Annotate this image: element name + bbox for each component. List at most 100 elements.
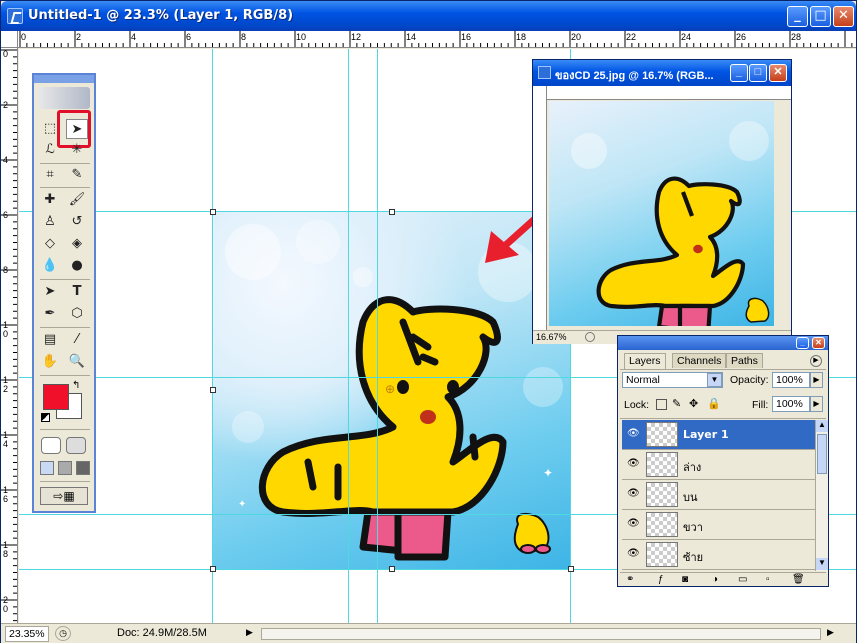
eye-icon[interactable]: 👁 [627,519,640,529]
secondary-maximize-button[interactable]: □ [749,64,767,82]
scroll-down-icon[interactable]: ▼ [816,558,828,570]
bucket-tool-icon[interactable]: ◈ [66,234,88,254]
scroll-thumb[interactable] [817,434,827,474]
eye-icon[interactable]: 👁 [627,459,640,469]
lock-move-icon[interactable]: ✥ [689,397,698,410]
quick-mask-icon[interactable] [66,437,86,454]
eraser-tool-icon[interactable]: ◇ [39,234,61,254]
transform-handle[interactable] [389,566,395,572]
adjustment-layer-icon[interactable]: ◑ [712,574,718,585]
secondary-minimize-button[interactable]: _ [730,64,748,82]
lock-paint-icon[interactable]: ✎ [672,397,681,410]
history-brush-icon[interactable]: ↺ [66,212,88,232]
layer-row[interactable]: 👁 ซ้าย [622,540,826,570]
info-icon[interactable] [585,332,595,342]
healing-brush-icon[interactable]: ✚ [39,190,61,210]
secondary-title-bar[interactable]: ของCD 25.jpg @ 16.7% (RGB... _ □ ✕ [533,60,791,86]
foreground-color-swatch[interactable] [43,384,69,410]
link-layers-icon[interactable]: ⚭ [626,574,634,585]
secondary-horizontal-ruler[interactable] [533,86,791,100]
screen-mode-full-icon[interactable] [76,461,90,475]
secondary-vertical-ruler[interactable] [533,86,547,330]
secondary-image[interactable] [549,101,774,326]
transform-handle[interactable] [389,209,395,215]
transform-handle[interactable] [568,566,574,572]
status-menu-arrow-icon[interactable]: ▶ [246,627,258,640]
doc-size[interactable]: Doc: 24.9M/28.5M [117,627,207,639]
dodge-tool-icon[interactable]: ● [66,256,88,276]
layer-style-icon[interactable]: ƒ [658,574,664,585]
slice-tool-icon[interactable]: ✎ [66,165,88,185]
layer-row[interactable]: 👁 ขวา [622,510,826,540]
close-button[interactable]: ✕ [833,6,854,27]
layers-panel-header[interactable]: _ ✕ [618,336,828,350]
eye-icon[interactable]: 👁 [627,549,640,559]
transform-handle[interactable] [210,566,216,572]
vertical-ruler[interactable]: 0 2 4 6 8 10 12 14 16 18 20 [1,48,18,623]
lock-transparent-icon[interactable] [656,399,667,410]
toolbox-header[interactable] [34,75,94,83]
tab-channels[interactable]: Channels [672,353,727,368]
info-icon[interactable]: ◷ [55,626,71,641]
guide-vertical[interactable] [348,49,349,623]
shape-tool-icon[interactable]: ⬡ [66,304,88,324]
lasso-tool-icon[interactable]: ℒ [39,140,61,160]
panel-minimize-button[interactable]: _ [796,337,809,349]
screen-mode-full-menu-icon[interactable] [58,461,72,475]
layer-mask-icon[interactable]: ◙ [682,574,688,585]
zoom-tool-icon[interactable]: 🔍 [66,352,88,372]
layer-row[interactable]: 👁 ล่าง [622,450,826,480]
guide-vertical[interactable] [377,49,378,623]
maximize-button[interactable]: □ [810,6,831,27]
feather-logo-icon[interactable] [38,87,90,109]
transform-handle[interactable] [210,209,216,215]
layer-row[interactable]: 👁 บน [622,480,826,510]
zoom-field[interactable]: 23.35% [5,626,49,642]
lock-all-icon[interactable]: 🔒 [707,397,721,410]
stamp-tool-icon[interactable]: ♙ [39,212,61,232]
eye-icon[interactable]: 👁 [627,489,640,499]
chevron-down-icon[interactable]: ▼ [707,373,722,387]
magic-wand-icon[interactable]: ✳ [66,140,88,160]
screen-mode-standard-icon[interactable] [40,461,54,475]
transform-center-icon[interactable]: ⊕ [385,382,395,396]
hand-tool-icon[interactable]: ✋ [39,352,61,372]
pen-tool-icon[interactable]: ✒ [39,304,61,324]
trash-icon[interactable]: 🗑 [792,574,805,585]
new-group-icon[interactable]: ▭ [738,574,747,585]
guide-vertical[interactable] [212,49,213,623]
notes-tool-icon[interactable]: ▤ [39,330,61,350]
brush-tool-icon[interactable]: 🖌 [66,190,88,210]
fill-slider-icon[interactable]: ▶ [810,396,823,412]
crop-tool-icon[interactable]: ⌗ [39,165,61,185]
new-layer-icon[interactable]: ▫ [766,574,770,585]
jump-to-imageready-icon[interactable]: ⇨▦ [40,487,88,505]
horizontal-scrollbar[interactable] [261,628,821,640]
minimize-button[interactable]: _ [787,6,808,27]
standard-mode-icon[interactable] [41,437,61,454]
path-select-icon[interactable]: ➤ [39,282,61,302]
eyedropper-tool-icon[interactable]: ⁄ [66,330,88,350]
panel-menu-icon[interactable]: ▶ [810,355,822,367]
blur-tool-icon[interactable]: 💧 [39,256,61,276]
default-colors-icon[interactable] [41,413,50,422]
ruler-origin[interactable] [1,31,18,48]
eye-icon[interactable]: 👁 [627,429,640,439]
secondary-close-button[interactable]: ✕ [769,64,787,82]
opacity-input[interactable]: 100% [772,372,810,388]
secondary-zoom[interactable]: 16.67% [536,332,567,342]
layer-row[interactable]: 👁 Layer 1 [622,420,826,450]
scroll-right-icon[interactable]: ▶ [827,627,834,638]
opacity-slider-icon[interactable]: ▶ [810,372,823,388]
title-bar[interactable]: Untitled-1 @ 23.3% (Layer 1, RGB/8) _ □ … [1,1,856,31]
swap-colors-icon[interactable]: ↰ [72,380,80,391]
tab-layers[interactable]: Layers [624,353,666,369]
panel-close-button[interactable]: ✕ [812,337,825,349]
tab-paths[interactable]: Paths [726,353,763,368]
layers-scrollbar[interactable]: ▲ ▼ [815,420,828,571]
transform-handle[interactable] [210,387,216,393]
type-tool-icon[interactable]: T [66,282,88,302]
horizontal-ruler[interactable]: 0 2 4 6 8 10 12 14 16 18 20 22 24 26 28 [18,31,856,48]
fill-input[interactable]: 100% [772,396,810,412]
scroll-up-icon[interactable]: ▲ [816,420,828,432]
